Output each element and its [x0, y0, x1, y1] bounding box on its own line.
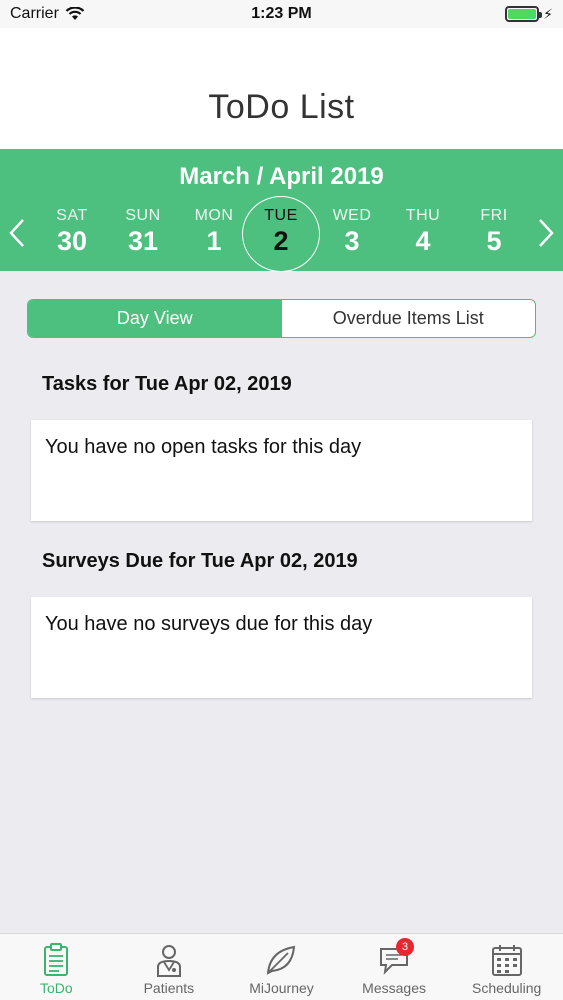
tab-mijourney[interactable]: MiJourney [225, 934, 338, 1000]
tab-label: Scheduling [472, 980, 542, 996]
day-name: THU [405, 207, 441, 224]
overdue-items-tab[interactable]: Overdue Items List [282, 300, 536, 337]
tab-messages[interactable]: 3 Messages [338, 934, 451, 1000]
day-thu-4[interactable]: THU 4 [383, 197, 463, 267]
status-time: 1:23 PM [251, 5, 312, 22]
messages-badge: 3 [396, 938, 415, 956]
surveys-empty-text: You have no surveys due for this day [45, 613, 373, 635]
day-number: 3 [344, 226, 360, 256]
tab-todo[interactable]: ToDo [0, 934, 113, 1000]
next-week-button[interactable] [531, 213, 561, 253]
day-sat-30[interactable]: SAT 30 [32, 197, 112, 267]
previous-week-button[interactable] [2, 213, 32, 253]
battery-icon [505, 6, 543, 22]
tasks-card: You have no open tasks for this day [31, 420, 532, 521]
month-label: March / April 2019 [179, 163, 384, 190]
day-name: SUN [125, 207, 161, 224]
tasks-empty-text: You have no open tasks for this day [45, 436, 362, 458]
day-number: 2 [273, 226, 289, 256]
wifi-icon [65, 7, 85, 20]
day-name: SAT [56, 207, 88, 224]
day-number: 30 [56, 226, 88, 256]
day-name: TUE [264, 207, 298, 224]
day-wed-3[interactable]: WED 3 [312, 197, 392, 267]
day-sun-31[interactable]: SUN 31 [103, 197, 183, 267]
leaf-icon [263, 942, 299, 978]
chat-icon: 3 [376, 938, 415, 978]
tab-label: Patients [143, 980, 195, 996]
tab-scheduling[interactable]: Scheduling [450, 934, 563, 1000]
page-title: ToDo List [208, 88, 355, 126]
date-strip: March / April 2019 SAT 30 SUN 31 MON 1 T… [0, 149, 563, 272]
day-number: 31 [127, 226, 159, 256]
tab-bar: ToDo Patients MiJourney 3 Messages Sched… [0, 933, 563, 1000]
calendar-icon [489, 942, 525, 978]
day-view-tab[interactable]: Day View [28, 300, 282, 337]
surveys-card: You have no surveys due for this day [31, 597, 532, 698]
chevron-left-icon [9, 219, 24, 247]
doctor-icon [151, 942, 187, 978]
day-number: 4 [415, 226, 431, 256]
clipboard-icon [38, 942, 74, 978]
tab-label: ToDo [39, 980, 73, 996]
day-tue-2-selected[interactable]: TUE 2 [241, 196, 321, 272]
nav-header: ToDo List [0, 28, 563, 149]
day-name: WED [332, 207, 372, 224]
tab-patients[interactable]: Patients [113, 934, 226, 1000]
day-fri-5[interactable]: FRI 5 [454, 197, 534, 267]
carrier-label: Carrier [10, 5, 59, 22]
view-segmented-control: Day View Overdue Items List [27, 299, 536, 338]
charging-bolt-icon: ⚡ [543, 5, 553, 22]
status-carrier: Carrier [10, 5, 200, 23]
day-selector: SAT 30 SUN 31 MON 1 TUE 2 WED 3 THU 4 FR… [32, 196, 534, 272]
day-number: 5 [486, 226, 502, 256]
status-right: ⚡ [363, 6, 553, 23]
day-name: FRI [480, 207, 508, 224]
tab-label: Messages [362, 980, 426, 996]
surveys-section-title: Surveys Due for Tue Apr 02, 2019 [42, 550, 358, 572]
chevron-right-icon [539, 219, 554, 247]
tab-label: MiJourney [249, 980, 314, 996]
status-bar: Carrier 1:23 PM ⚡ [0, 0, 563, 28]
tasks-section-title: Tasks for Tue Apr 02, 2019 [42, 373, 292, 395]
